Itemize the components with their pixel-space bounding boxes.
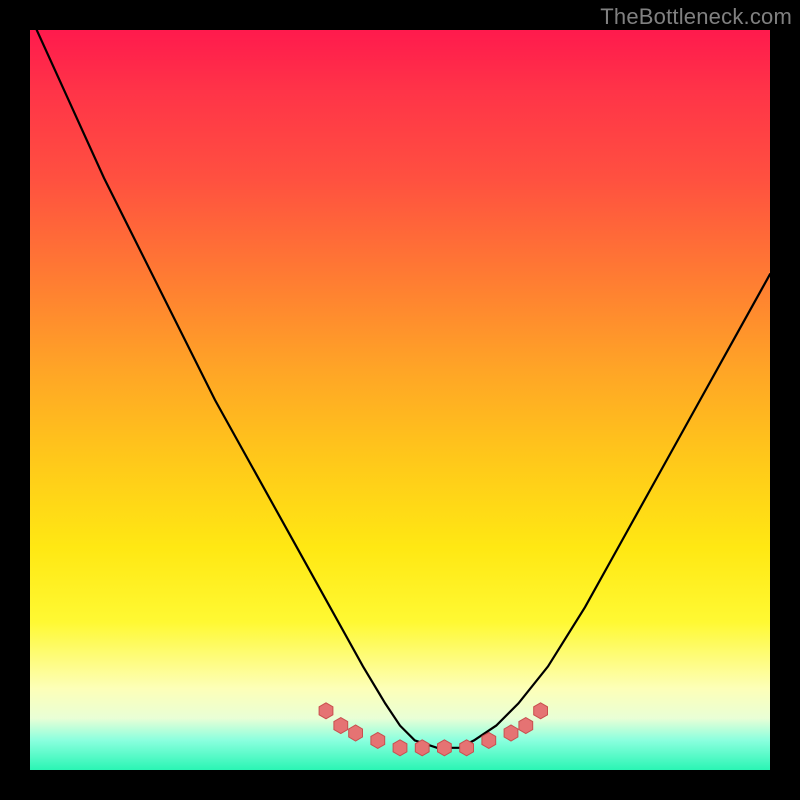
marker-point xyxy=(319,703,333,719)
bottleneck-curve xyxy=(30,30,770,748)
plot-area xyxy=(30,30,770,770)
marker-point xyxy=(534,703,548,719)
marker-group xyxy=(319,703,547,756)
marker-point xyxy=(482,732,496,748)
marker-point xyxy=(504,725,518,741)
chart-overlay xyxy=(30,30,770,770)
marker-point xyxy=(460,740,474,756)
marker-point xyxy=(393,740,407,756)
marker-point xyxy=(519,718,533,734)
marker-point xyxy=(438,740,452,756)
watermark-text: TheBottleneck.com xyxy=(600,4,792,30)
chart-frame: TheBottleneck.com xyxy=(0,0,800,800)
marker-point xyxy=(371,732,385,748)
marker-point xyxy=(334,718,348,734)
marker-point xyxy=(349,725,363,741)
marker-point xyxy=(415,740,429,756)
